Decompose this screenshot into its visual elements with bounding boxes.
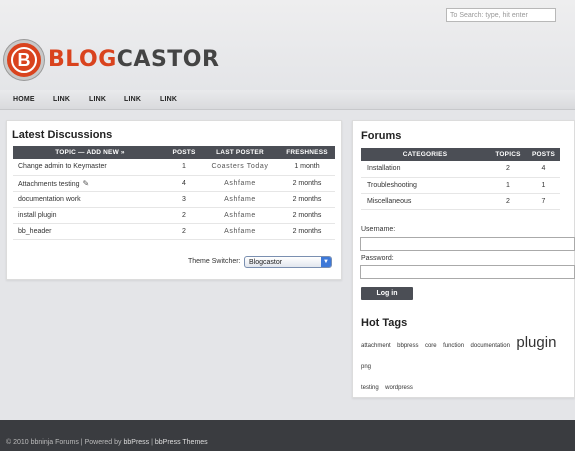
table-row: bb_header 2 Ashfame 2 months bbox=[13, 223, 335, 240]
topic-count: 2 bbox=[489, 161, 527, 178]
topic-link[interactable]: bb_header bbox=[13, 223, 167, 240]
logo-part-castor: CASTOR bbox=[116, 47, 220, 72]
table-row: Troubleshooting 1 1 bbox=[361, 177, 560, 194]
col-freshness: FRESHNESS bbox=[279, 146, 335, 159]
forum-link[interactable]: Troubleshooting bbox=[361, 177, 489, 194]
table-row: Change admin to Keymaster 1 Coasters Tod… bbox=[13, 159, 335, 176]
tag-link[interactable]: png bbox=[361, 364, 371, 370]
nav-home[interactable]: HOME bbox=[13, 96, 35, 103]
tag-link[interactable]: function bbox=[443, 343, 464, 349]
search-input[interactable]: To Search: type, hit enter bbox=[446, 8, 556, 22]
discussions-title: Latest Discussions bbox=[12, 129, 113, 141]
tag-link[interactable]: bbpress bbox=[397, 343, 418, 349]
tag-link[interactable]: documentation bbox=[471, 343, 510, 349]
tag-cloud: attachment bbpress core function documen… bbox=[361, 334, 571, 397]
last-poster[interactable]: Coasters Today bbox=[201, 159, 279, 176]
password-label: Password: bbox=[361, 255, 394, 262]
main-nav: HOME LINK LINK LINK LINK bbox=[0, 90, 575, 110]
col-topic[interactable]: TOPIC — ADD NEW » bbox=[13, 146, 167, 159]
topic-title[interactable]: Change admin to Keymaster bbox=[18, 163, 107, 170]
theme-switcher-label: Theme Switcher: bbox=[188, 258, 241, 265]
col-forum-posts: POSTS bbox=[527, 148, 560, 161]
hot-tags-title: Hot Tags bbox=[361, 317, 408, 329]
nav-link-3[interactable]: LINK bbox=[124, 96, 141, 103]
post-count: 4 bbox=[527, 161, 560, 178]
last-poster[interactable]: Ashfame bbox=[201, 223, 279, 240]
last-poster[interactable]: Ashfame bbox=[201, 191, 279, 208]
nav-link-4[interactable]: LINK bbox=[160, 96, 177, 103]
password-field[interactable] bbox=[360, 265, 575, 279]
topic-link[interactable]: install plugin bbox=[13, 207, 167, 224]
table-row: Attachments testing ✎ 4 Ashfame 2 months bbox=[13, 175, 335, 192]
post-count: 2 bbox=[167, 207, 201, 224]
pencil-icon: ✎ bbox=[82, 178, 90, 188]
table-row: Miscellaneous 2 7 bbox=[361, 193, 560, 210]
tag-link[interactable]: testing bbox=[361, 385, 379, 391]
nav-link-1[interactable]: LINK bbox=[53, 96, 70, 103]
tag-link[interactable]: attachment bbox=[361, 343, 391, 349]
col-posts: POSTS bbox=[167, 146, 201, 159]
forum-link[interactable]: Miscellaneous bbox=[361, 193, 489, 210]
topic-title[interactable]: install plugin bbox=[18, 212, 57, 219]
discussions-table: TOPIC — ADD NEW » POSTS LAST POSTER FRES… bbox=[13, 146, 335, 240]
freshness[interactable]: 2 months bbox=[279, 175, 335, 192]
topic-count: 2 bbox=[489, 193, 527, 210]
freshness[interactable]: 2 months bbox=[279, 207, 335, 224]
topic-title[interactable]: Attachments testing bbox=[18, 181, 79, 188]
footer-copyright: © 2010 bbninja Forums | Powered by bbox=[6, 439, 124, 446]
theme-switcher-value: Blogcastor bbox=[249, 259, 283, 266]
table-row: Installation 2 4 bbox=[361, 161, 560, 178]
col-topics: TOPICS bbox=[489, 148, 527, 161]
topic-title[interactable]: documentation work bbox=[18, 196, 81, 203]
col-last-poster: LAST POSTER bbox=[201, 146, 279, 159]
table-row: install plugin 2 Ashfame 2 months bbox=[13, 207, 335, 224]
post-count: 1 bbox=[527, 177, 560, 194]
last-poster[interactable]: Ashfame bbox=[201, 175, 279, 192]
footer: © 2010 bbninja Forums | Powered by bbPre… bbox=[0, 420, 575, 451]
post-count: 2 bbox=[167, 223, 201, 240]
footer-link-bbpress[interactable]: bbPress bbox=[123, 439, 149, 446]
logo-part-blog: BLOG bbox=[48, 47, 117, 72]
login-button[interactable]: Log in bbox=[361, 287, 413, 300]
forums-title: Forums bbox=[361, 130, 402, 142]
forum-link[interactable]: Installation bbox=[361, 161, 489, 178]
tag-link[interactable]: wordpress bbox=[385, 385, 413, 391]
post-count: 3 bbox=[167, 191, 201, 208]
topic-link[interactable]: Change admin to Keymaster bbox=[13, 159, 167, 176]
username-label: Username: bbox=[361, 226, 396, 233]
post-count: 1 bbox=[167, 159, 201, 176]
chevron-down-icon: ▼ bbox=[321, 257, 331, 267]
theme-switcher-select[interactable]: Blogcastor ▼ bbox=[244, 256, 332, 268]
table-row: documentation work 3 Ashfame 2 months bbox=[13, 191, 335, 208]
post-count: 4 bbox=[167, 175, 201, 192]
nav-link-2[interactable]: LINK bbox=[89, 96, 106, 103]
footer-text: © 2010 bbninja Forums | Powered by bbPre… bbox=[6, 439, 208, 446]
logo-icon[interactable]: B bbox=[4, 40, 44, 80]
freshness[interactable]: 2 months bbox=[279, 191, 335, 208]
freshness[interactable]: 2 months bbox=[279, 223, 335, 240]
topic-count: 1 bbox=[489, 177, 527, 194]
username-field[interactable] bbox=[360, 237, 575, 251]
tag-link[interactable]: core bbox=[425, 343, 437, 349]
col-categories: CATEGORIES bbox=[361, 148, 489, 161]
site-logo-text[interactable]: BLOGCASTOR bbox=[48, 46, 219, 74]
post-count: 7 bbox=[527, 193, 560, 210]
footer-link-themes[interactable]: bbPress Themes bbox=[155, 439, 208, 446]
last-poster[interactable]: Ashfame bbox=[201, 207, 279, 224]
topic-link[interactable]: documentation work bbox=[13, 191, 167, 208]
topic-title[interactable]: bb_header bbox=[18, 228, 51, 235]
tag-link[interactable]: plugin bbox=[516, 334, 556, 351]
topic-link[interactable]: Attachments testing ✎ bbox=[13, 175, 167, 192]
logo-letter: B bbox=[11, 47, 37, 73]
freshness[interactable]: 1 month bbox=[279, 159, 335, 176]
forums-table: CATEGORIES TOPICS POSTS Installation 2 4… bbox=[361, 148, 560, 210]
